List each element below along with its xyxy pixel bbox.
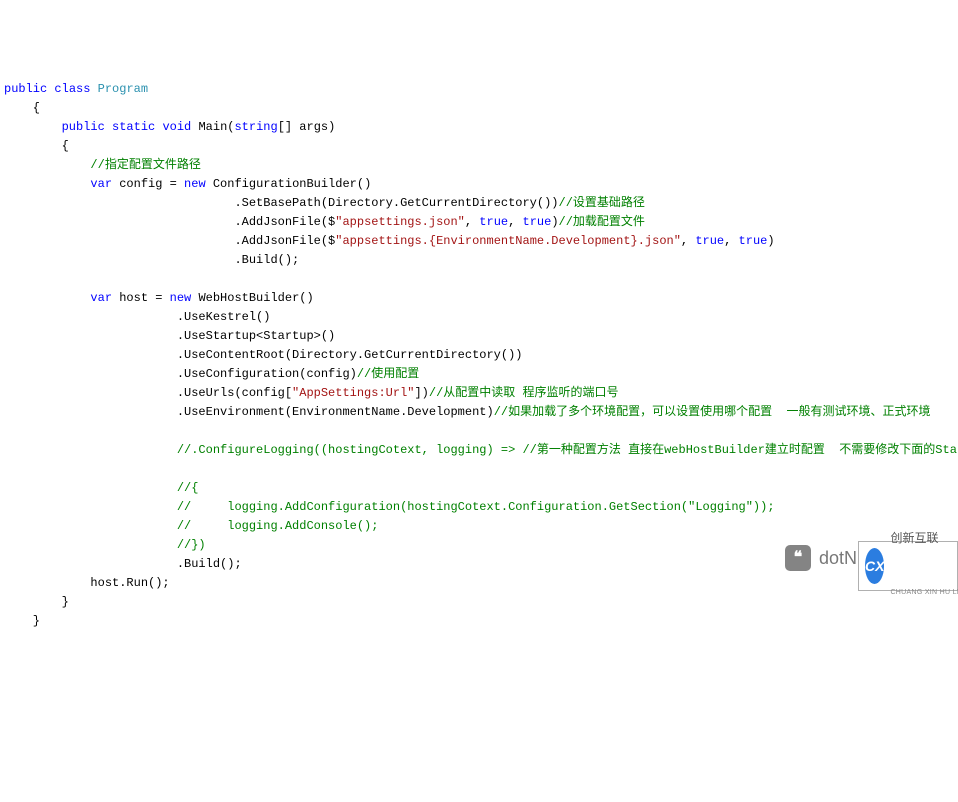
keyword: true — [479, 215, 508, 229]
brace: } — [4, 614, 40, 628]
keyword: public — [4, 82, 47, 96]
comment: // logging.AddConfiguration(hostingCotex… — [177, 500, 775, 514]
text: .Build(); — [177, 557, 242, 571]
brace: { — [4, 101, 40, 115]
text: , — [681, 234, 695, 248]
text: .UseEnvironment(EnvironmentName.Developm… — [177, 405, 494, 419]
text: , — [465, 215, 479, 229]
text: .UseStartup<Startup>() — [177, 329, 335, 343]
text: .UseConfiguration(config) — [177, 367, 357, 381]
text: .AddJsonFile($ — [234, 234, 335, 248]
brace: } — [4, 595, 69, 609]
text: config = — [112, 177, 184, 191]
text: .SetBasePath(Directory.GetCurrentDirecto… — [234, 196, 558, 210]
comment: //}) — [177, 538, 206, 552]
comment: //设置基础路径 — [559, 196, 645, 210]
keyword: string — [234, 120, 277, 134]
badge-line2: CHUANG XIN HU LIAN — [890, 583, 958, 602]
type-name: Program — [98, 82, 148, 96]
text: ) — [767, 234, 774, 248]
keyword: void — [162, 120, 191, 134]
text: ]) — [414, 386, 428, 400]
badge-logo-icon: CX — [865, 548, 884, 584]
comment: //{ — [177, 481, 199, 495]
string: "appsettings.{EnvironmentName.Developmen… — [335, 234, 681, 248]
keyword: true — [739, 234, 768, 248]
comment: // logging.AddConsole(); — [177, 519, 379, 533]
method-name: Main( — [191, 120, 234, 134]
keyword: var — [90, 177, 112, 191]
keyword: public — [62, 120, 105, 134]
keyword: class — [54, 82, 90, 96]
text: .UseUrls(config[ — [177, 386, 292, 400]
string: "AppSettings:Url" — [292, 386, 414, 400]
keyword: true — [523, 215, 552, 229]
text: .UseKestrel() — [177, 310, 271, 324]
keyword: var — [90, 291, 112, 305]
comment: //从配置中读取 程序监听的端口号 — [429, 386, 619, 400]
comment: //如果加载了多个环境配置，可以设置使用哪个配置 一般有测试环境、正式环境 — [494, 405, 931, 419]
text: , — [724, 234, 738, 248]
comment: //指定配置文件路径 — [90, 158, 200, 172]
corner-badge: CX 创新互联 CHUANG XIN HU LIAN — [858, 541, 958, 591]
text: ConfigurationBuilder() — [206, 177, 372, 191]
text: ) — [551, 215, 558, 229]
badge-text: 创新互联 CHUANG XIN HU LIAN — [890, 493, 958, 640]
comment: //.ConfigureLogging((hostingCotext, logg… — [177, 443, 958, 457]
text: host.Run(); — [90, 576, 169, 590]
text: .AddJsonFile($ — [234, 215, 335, 229]
keyword: new — [184, 177, 206, 191]
text: , — [508, 215, 522, 229]
comment: //加载配置文件 — [559, 215, 645, 229]
text: .UseContentRoot(Directory.GetCurrentDire… — [177, 348, 523, 362]
string: "appsettings.json" — [335, 215, 465, 229]
badge-line1: 创新互联 — [890, 531, 958, 545]
keyword: static — [112, 120, 155, 134]
text: host = — [112, 291, 170, 305]
wechat-icon: ❝ — [785, 545, 811, 571]
text: [] args) — [278, 120, 336, 134]
text: .Build(); — [234, 253, 299, 267]
text: WebHostBuilder() — [191, 291, 313, 305]
brace: { — [4, 139, 69, 153]
comment: //使用配置 — [357, 367, 419, 381]
keyword: true — [695, 234, 724, 248]
keyword: new — [170, 291, 192, 305]
